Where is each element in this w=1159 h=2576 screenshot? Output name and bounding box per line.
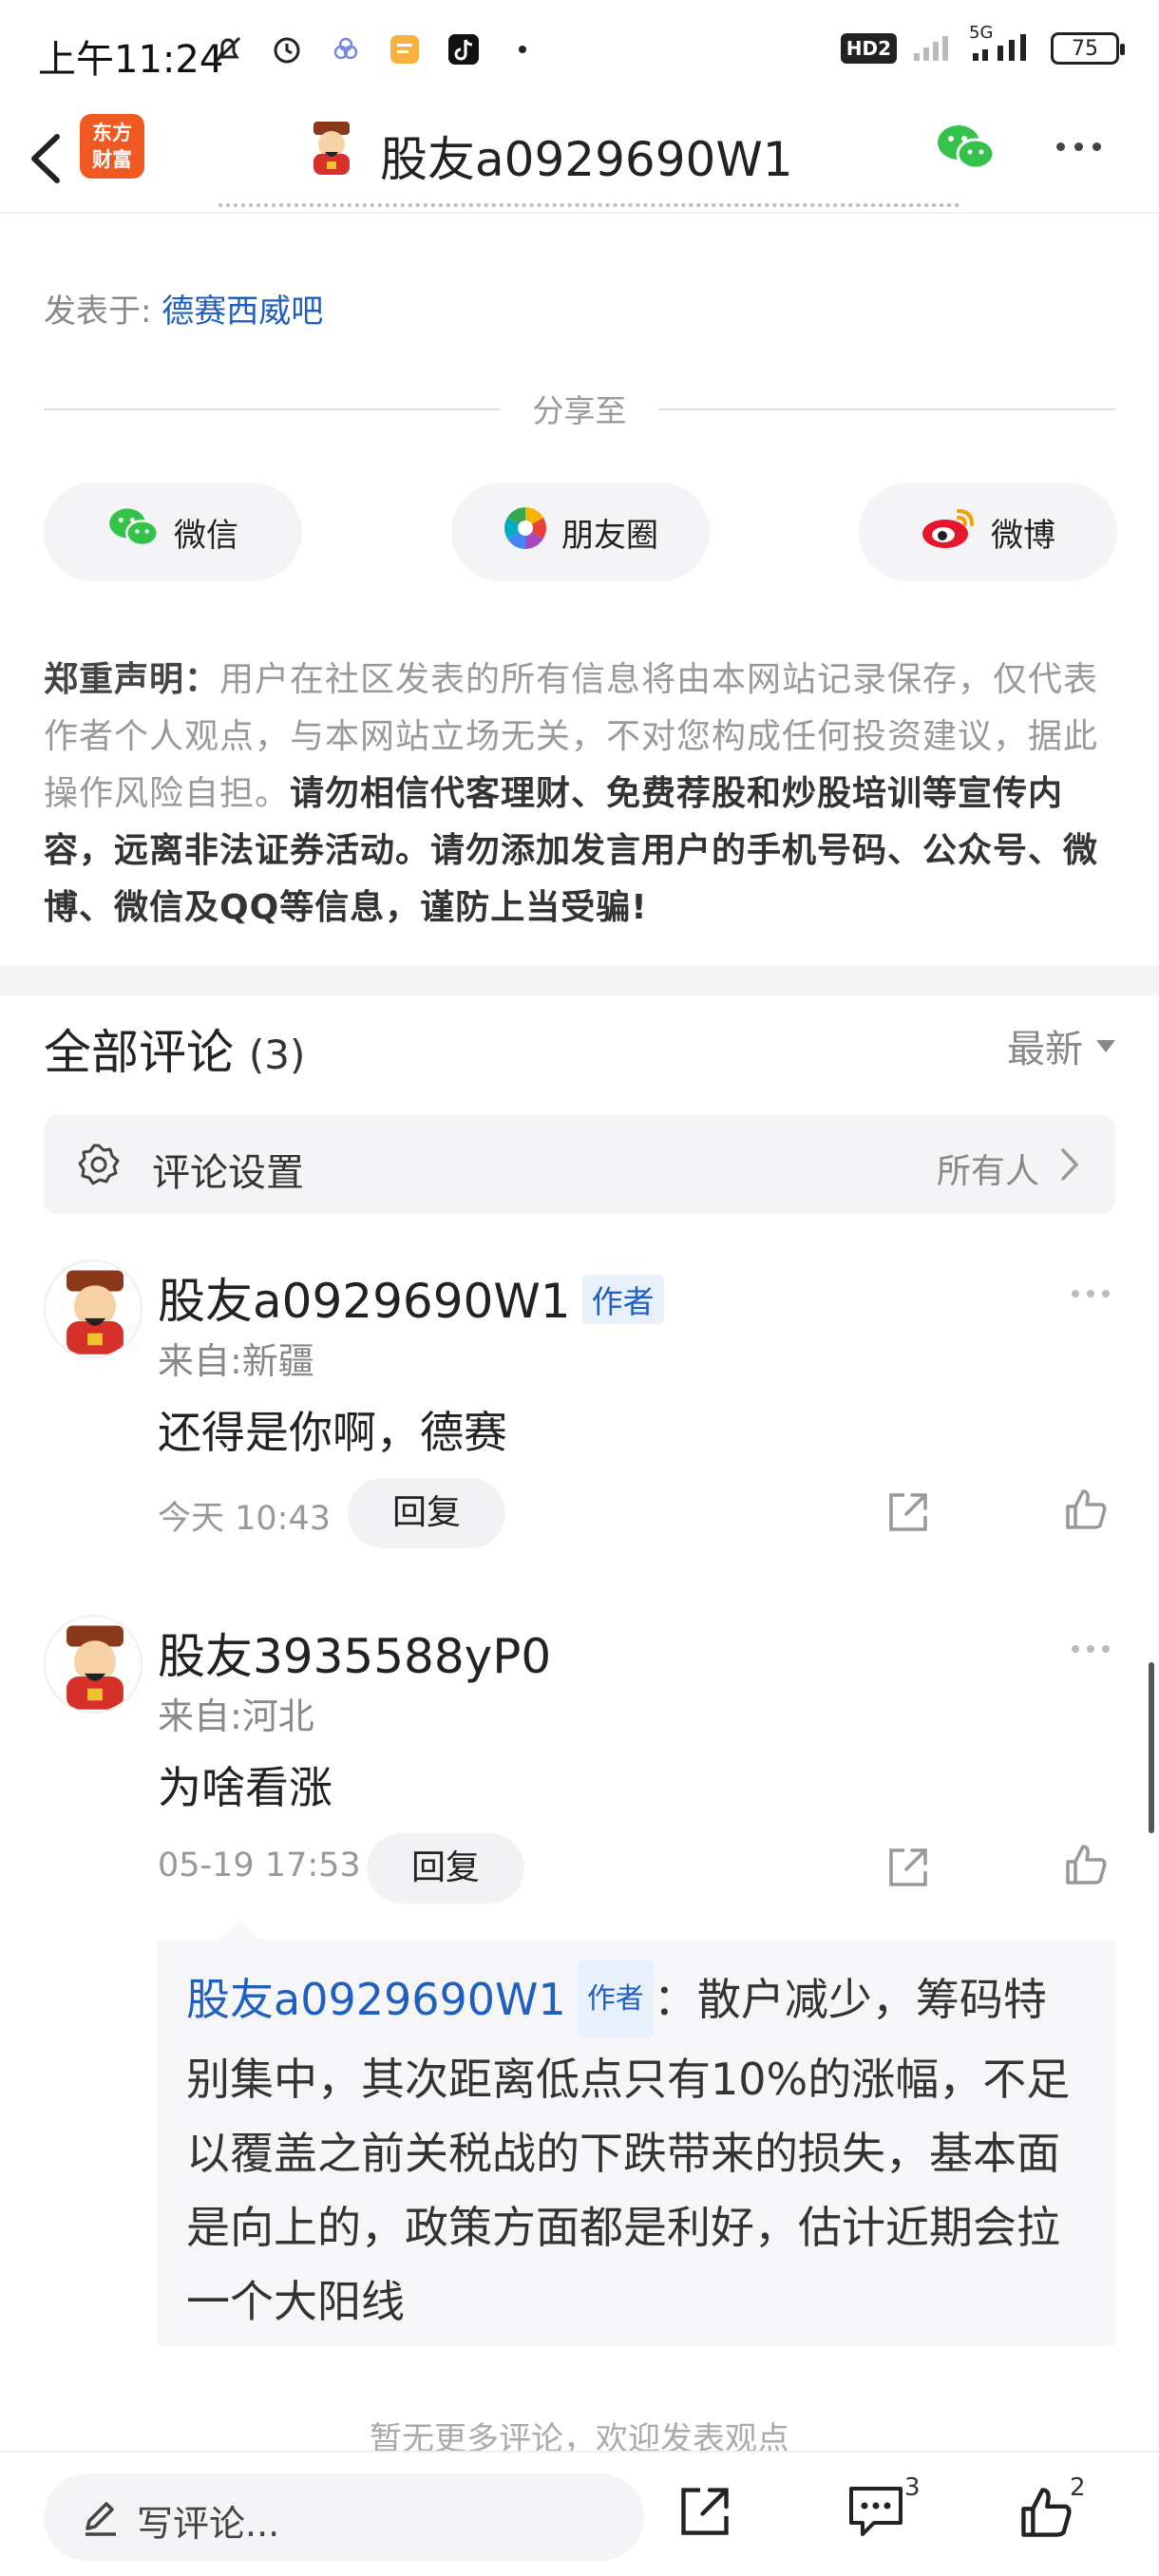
- share-label: 分享至: [532, 392, 627, 429]
- app-logo-line2: 财富: [92, 148, 132, 171]
- comment-body: 还得是你啊，德赛: [158, 1407, 507, 1458]
- app-logo[interactable]: 东方 财富: [80, 114, 144, 179]
- comment-input-placeholder: 写评论...: [137, 2503, 280, 2545]
- comments-icon[interactable]: [846, 2483, 906, 2544]
- comment-input[interactable]: 写评论...: [44, 2473, 644, 2561]
- comment-avatar[interactable]: [44, 1615, 142, 1714]
- comment-location: 来自:新疆: [158, 1340, 314, 1382]
- weibo-icon: [921, 505, 978, 559]
- posted-in: 发表于: 德赛西威吧: [44, 285, 323, 331]
- sort-label: 最新: [1007, 1028, 1083, 1071]
- status-notification-icons: [209, 30, 542, 68]
- comments-title: 全部评论: [44, 1025, 234, 1080]
- disclaimer-title: 郑重声明：: [44, 660, 220, 699]
- more-notify-dot-icon: [504, 30, 542, 68]
- hd-badge: HD2: [840, 33, 897, 64]
- comment-settings-row[interactable]: 评论设置 所有人: [44, 1115, 1115, 1214]
- comments-header: 全部评论 (3): [44, 1014, 305, 1083]
- nav-user-avatar[interactable]: [300, 116, 363, 182]
- reply-button[interactable]: 回复: [367, 1833, 524, 1904]
- like-count-badge: 2: [1070, 2473, 1086, 2502]
- moments-icon: [503, 505, 548, 559]
- reply-button[interactable]: 回复: [348, 1478, 505, 1548]
- dropdown-triangle-icon: [1096, 1039, 1115, 1052]
- comment-username[interactable]: 股友a0929690W1 作者: [158, 1263, 664, 1332]
- bar-link[interactable]: 德赛西威吧: [162, 293, 323, 331]
- alarm-icon: [268, 30, 306, 68]
- share-icon[interactable]: [885, 1489, 931, 1539]
- app-notify-icon: [327, 30, 365, 68]
- author-tag: 作者: [577, 1960, 654, 2038]
- battery-icon: 75: [1051, 32, 1125, 65]
- tiktok-icon: [445, 30, 483, 68]
- chevron-right-icon: [1058, 1146, 1081, 1187]
- nested-reply[interactable]: 股友a0929690W1 作者 ：散户减少，筹码特别集中，其次距离低点只有10%的涨…: [158, 1921, 1115, 2346]
- more-options-icon[interactable]: [1056, 142, 1101, 151]
- section-divider: [0, 965, 1159, 995]
- bottom-bar: 写评论... 3 2: [0, 2451, 1159, 2576]
- signal-5g-icon: 5G: [969, 23, 1036, 66]
- comment-settings-value: 所有人: [936, 1152, 1039, 1191]
- like-icon[interactable]: [1062, 1841, 1110, 1892]
- mute-bell-icon: [209, 30, 247, 68]
- pencil-icon: [80, 2496, 122, 2542]
- status-right: HD2 5G 75: [840, 23, 1125, 66]
- comments-count: (3): [248, 1032, 306, 1078]
- comment-time: 今天 10:43: [158, 1500, 331, 1538]
- wechat-share-icon[interactable]: [936, 122, 997, 179]
- share-weibo-label: 微博: [991, 516, 1055, 555]
- nav-title: 股友a0929690W1: [380, 132, 793, 187]
- signal-weak-icon: [912, 30, 954, 66]
- share-weibo-button[interactable]: 微博: [859, 483, 1117, 581]
- comment-username[interactable]: 股友3935588yP0: [158, 1619, 551, 1687]
- comment-body: 为啥看涨: [158, 1762, 332, 1813]
- status-bar: 上午11:24 HD2 5G 75: [0, 0, 1159, 104]
- comment-settings-label: 评论设置: [152, 1151, 304, 1195]
- status-time: 上午11:24: [38, 38, 224, 82]
- share-wechat-button[interactable]: 微信: [44, 483, 302, 581]
- reply-username[interactable]: 股友a0929690W1: [186, 1974, 566, 2025]
- posted-in-label: 发表于:: [44, 293, 162, 331]
- share-wechat-label: 微信: [174, 516, 238, 555]
- nested-reply-content: 股友a0929690W1 作者 ：散户减少，筹码特别集中，其次距离低点只有10%的涨…: [186, 1960, 1087, 2339]
- sort-dropdown[interactable]: 最新: [1007, 1018, 1115, 1073]
- scrollbar[interactable]: [1149, 1662, 1154, 1833]
- like-icon[interactable]: [1062, 1486, 1110, 1537]
- author-tag: 作者: [581, 1274, 664, 1324]
- app-logo-line1: 东方: [92, 122, 132, 144]
- share-post-icon[interactable]: [676, 2483, 733, 2544]
- truncated-post-text: [218, 186, 960, 211]
- comment-more-icon[interactable]: [1072, 1645, 1110, 1653]
- comment-avatar[interactable]: [44, 1260, 142, 1358]
- share-moments-label: 朋友圈: [561, 516, 658, 555]
- network-type: 5G: [969, 23, 994, 43]
- back-button[interactable]: [21, 125, 74, 192]
- gear-icon: [76, 1142, 122, 1191]
- comment-time: 05-19 17:53: [158, 1847, 361, 1885]
- disclaimer: 郑重声明：用户在社区发表的所有信息将由本网站记录保存，仅代表作者个人观点，与本网…: [44, 652, 1117, 937]
- comment-location: 来自:河北: [158, 1695, 314, 1737]
- comment-more-icon[interactable]: [1072, 1290, 1110, 1297]
- comment-username-text: 股友a0929690W1: [158, 1274, 571, 1329]
- share-moments-button[interactable]: 朋友圈: [451, 483, 710, 581]
- wechat-icon: [107, 505, 161, 559]
- comment-count-badge: 3: [904, 2473, 921, 2502]
- notes-app-icon: [386, 30, 424, 68]
- share-icon[interactable]: [885, 1845, 931, 1894]
- like-post-icon[interactable]: [1016, 2483, 1075, 2546]
